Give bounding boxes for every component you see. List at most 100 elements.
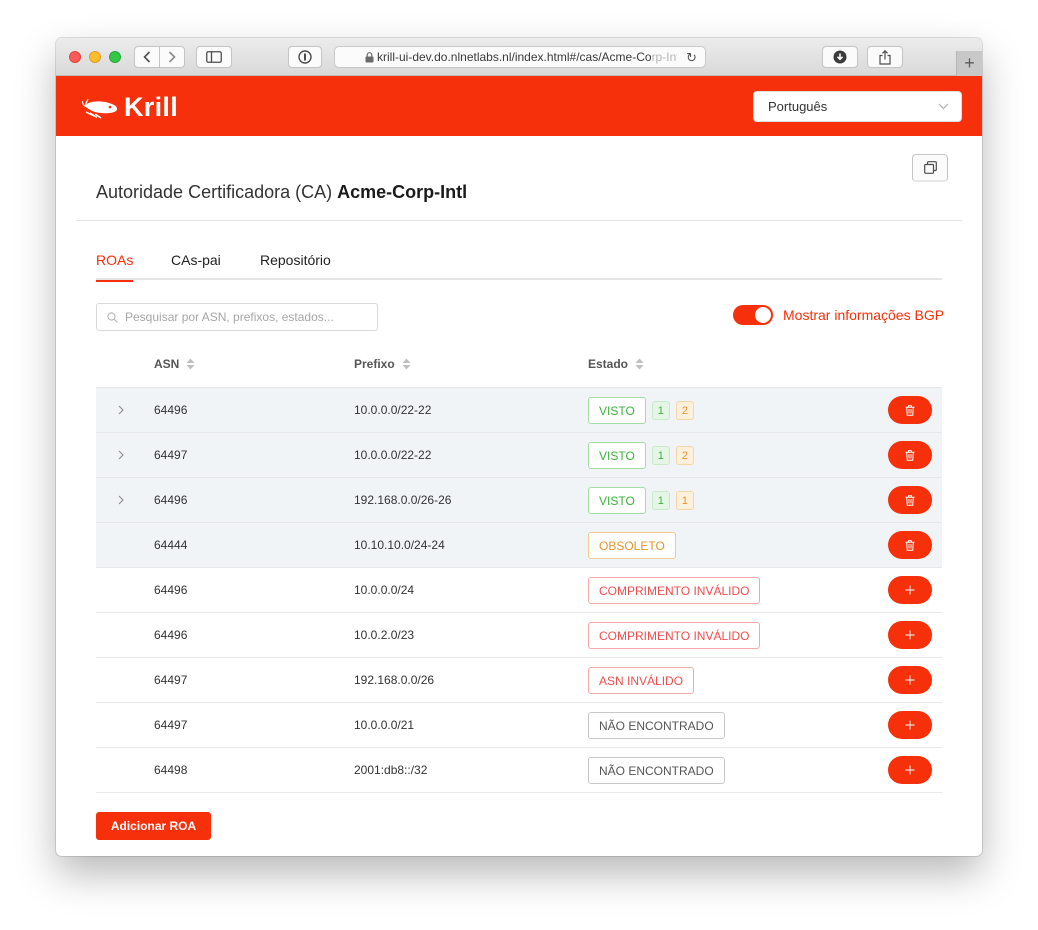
state-cell: OBSOLETO bbox=[588, 532, 676, 559]
bgp-info-toggle[interactable]: Mostrar informações BGP bbox=[733, 305, 944, 325]
table-row: 64497 192.168.0.0/26 ASN INVÁLIDO bbox=[96, 658, 942, 703]
status-badge: ASN INVÁLIDO bbox=[588, 667, 695, 694]
password-manager-button[interactable] bbox=[288, 46, 322, 68]
add-roa-row-button[interactable] bbox=[888, 576, 932, 604]
column-header-asn-label: ASN bbox=[154, 357, 180, 371]
back-button[interactable] bbox=[134, 46, 160, 68]
asn-cell: 64496 bbox=[154, 628, 188, 642]
add-roa-row-button[interactable] bbox=[888, 756, 932, 784]
forward-button[interactable] bbox=[159, 46, 185, 68]
add-roa-row-button[interactable] bbox=[888, 621, 932, 649]
column-header-prefix-label: Prefixo bbox=[354, 357, 395, 371]
password-manager-icon bbox=[298, 50, 312, 64]
main-content: Autoridade Certificadora (CA) Acme-Corp-… bbox=[56, 136, 982, 856]
asn-cell: 64497 bbox=[154, 718, 188, 732]
chevron-right-icon[interactable] bbox=[116, 402, 126, 418]
asn-cell: 64444 bbox=[154, 538, 188, 552]
search-box bbox=[96, 303, 378, 331]
asn-cell: 64498 bbox=[154, 763, 188, 777]
chevron-right-icon[interactable] bbox=[116, 447, 126, 463]
delete-roa-button[interactable] bbox=[888, 486, 932, 514]
share-icon bbox=[879, 49, 891, 65]
tab-bar: ROAs CAs-pai Repositório bbox=[96, 252, 942, 282]
delete-roa-button[interactable] bbox=[888, 441, 932, 469]
table-row: 64497 10.0.0.0/21 NÃO ENCONTRADO bbox=[96, 703, 942, 748]
trash-icon bbox=[905, 449, 915, 461]
announcement-count-badge: 2 bbox=[675, 446, 695, 465]
table-row: 64496 10.0.0.0/22-22 VISTO 1 2 bbox=[96, 388, 942, 433]
add-roa-row-button[interactable] bbox=[888, 711, 932, 739]
krill-logo[interactable]: Krill bbox=[82, 92, 178, 123]
new-tab-button[interactable]: + bbox=[956, 51, 982, 76]
plus-icon bbox=[905, 630, 915, 640]
table-header: ASN Prefixo Estado bbox=[96, 342, 942, 388]
browser-toolbar: krill-ui-dev.do.nlnetlabs.nl/index.html#… bbox=[56, 38, 982, 182]
language-select[interactable]: Português bbox=[753, 91, 962, 122]
title-divider bbox=[76, 220, 962, 221]
state-cell: VISTO 1 2 bbox=[588, 442, 695, 469]
state-cell: COMPRIMENTO INVÁLIDO bbox=[588, 622, 761, 649]
status-badge: VISTO bbox=[588, 487, 646, 514]
plus-icon bbox=[905, 720, 915, 730]
language-value: Português bbox=[768, 99, 828, 114]
sidebar-icon bbox=[206, 51, 222, 63]
state-cell: ASN INVÁLIDO bbox=[588, 667, 695, 694]
status-badge: VISTO bbox=[588, 442, 646, 469]
tab-roas[interactable]: ROAs bbox=[96, 252, 134, 282]
announcement-count-badge: 1 bbox=[675, 491, 695, 510]
prefix-cell: 10.0.0.0/21 bbox=[354, 718, 415, 732]
prefix-cell: 10.0.0.0/24 bbox=[354, 583, 415, 597]
column-header-asn[interactable]: ASN bbox=[154, 357, 195, 371]
search-input[interactable] bbox=[125, 310, 365, 324]
url-text: krill-ui-dev.do.nlnetlabs.nl/index.html#… bbox=[377, 50, 677, 64]
chevron-right-icon[interactable] bbox=[116, 492, 126, 508]
add-roa-button[interactable]: Adicionar ROA bbox=[96, 812, 211, 840]
add-roa-row-button[interactable] bbox=[888, 666, 932, 694]
prefix-cell: 2001:db8::/32 bbox=[354, 763, 428, 777]
table-row: 64497 10.0.0.0/22-22 VISTO 1 2 bbox=[96, 433, 942, 478]
reload-icon[interactable]: ↻ bbox=[686, 50, 697, 66]
app-header: Krill Português bbox=[56, 76, 982, 136]
bgp-switch[interactable] bbox=[733, 305, 773, 325]
prefix-cell: 192.168.0.0/26 bbox=[354, 673, 435, 687]
prefix-cell: 10.10.10.0/24-24 bbox=[354, 538, 445, 552]
minimize-window-button[interactable] bbox=[89, 51, 101, 63]
state-cell: NÃO ENCONTRADO bbox=[588, 757, 725, 784]
delete-roa-button[interactable] bbox=[888, 396, 932, 424]
zoom-window-button[interactable] bbox=[109, 51, 121, 63]
share-button[interactable] bbox=[867, 46, 903, 68]
status-badge: COMPRIMENTO INVÁLIDO bbox=[588, 622, 761, 649]
chevron-left-icon bbox=[143, 51, 151, 63]
state-cell: VISTO 1 2 bbox=[588, 397, 695, 424]
downloads-button[interactable] bbox=[822, 46, 858, 68]
browser-window: krill-ui-dev.do.nlnetlabs.nl/index.html#… bbox=[56, 38, 982, 856]
announcement-count-badge: 1 bbox=[651, 401, 670, 420]
plus-icon bbox=[905, 675, 915, 685]
asn-cell: 64496 bbox=[154, 493, 188, 507]
plus-icon bbox=[905, 765, 915, 775]
sort-icon bbox=[186, 358, 195, 370]
sort-icon bbox=[635, 358, 644, 370]
page-title: Autoridade Certificadora (CA) Acme-Corp-… bbox=[96, 182, 467, 203]
column-header-prefix[interactable]: Prefixo bbox=[354, 357, 411, 371]
status-badge: COMPRIMENTO INVÁLIDO bbox=[588, 577, 761, 604]
search-icon bbox=[107, 311, 118, 323]
column-header-state[interactable]: Estado bbox=[588, 357, 644, 371]
bgp-toggle-label[interactable]: Mostrar informações BGP bbox=[783, 307, 944, 323]
roa-table: ASN Prefixo Estado 64496 10.0.0.0/22-22 bbox=[96, 342, 942, 793]
asn-cell: 64496 bbox=[154, 583, 188, 597]
address-bar[interactable]: krill-ui-dev.do.nlnetlabs.nl/index.html#… bbox=[334, 46, 706, 68]
close-window-button[interactable] bbox=[69, 51, 81, 63]
table-row: 64496 192.168.0.0/26-26 VISTO 1 1 bbox=[96, 478, 942, 523]
plus-icon bbox=[905, 585, 915, 595]
status-badge: NÃO ENCONTRADO bbox=[588, 757, 725, 784]
tab-repository[interactable]: Repositório bbox=[260, 252, 331, 280]
sidebar-toggle-button[interactable] bbox=[196, 46, 232, 68]
status-badge: NÃO ENCONTRADO bbox=[588, 712, 725, 739]
delete-roa-button[interactable] bbox=[888, 531, 932, 559]
logo-text: Krill bbox=[124, 92, 179, 122]
trash-icon bbox=[905, 539, 915, 551]
table-row: 64496 10.0.2.0/23 COMPRIMENTO INVÁLIDO bbox=[96, 613, 942, 658]
announcement-count-badge: 1 bbox=[651, 446, 670, 465]
tab-parent-cas[interactable]: CAs-pai bbox=[171, 252, 221, 280]
